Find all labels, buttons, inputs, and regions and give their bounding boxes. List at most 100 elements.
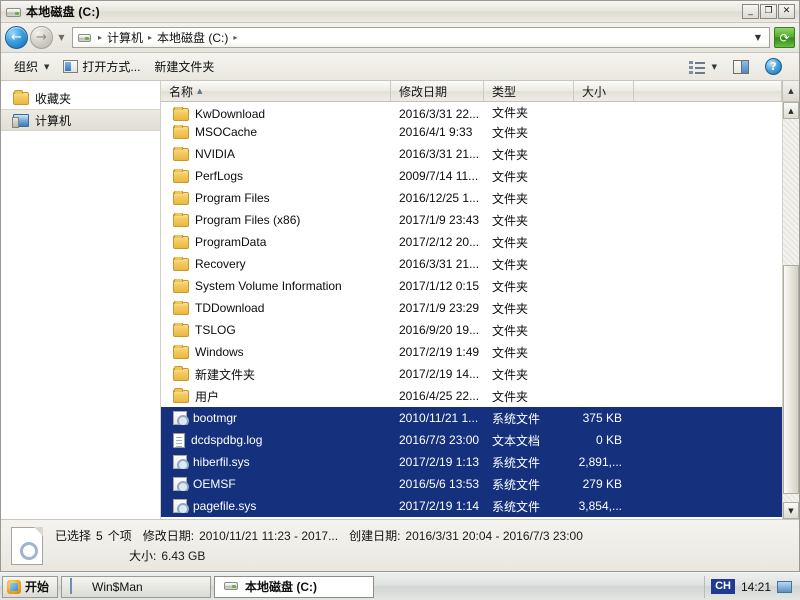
folder-icon <box>173 170 189 183</box>
change-view-button[interactable]: ▼ <box>682 56 724 78</box>
address-input[interactable]: ▸ 计算机 ▸ 本地磁盘 (C:) ▸ ▼ <box>72 27 770 48</box>
file-rows-container[interactable]: KwDownload2016/3/31 22...文件夹 MSOCache 2016… <box>161 102 782 519</box>
clock[interactable]: 14:21 <box>741 580 771 594</box>
table-row[interactable]: Recovery2016/3/31 21...文件夹 <box>161 253 782 275</box>
cell-date-modified: 2016/4/1 9:33 <box>391 125 484 139</box>
minimize-button[interactable]: _ <box>742 4 759 19</box>
table-row[interactable]: PerfLogs2009/7/14 11...文件夹 <box>161 165 782 187</box>
column-header-size-label: 大小 <box>582 83 606 100</box>
folder-icon <box>173 368 189 381</box>
monitor-icon[interactable] <box>777 581 792 593</box>
cell-date-modified: 2017/2/19 1:13 <box>391 455 484 469</box>
folder-icon <box>173 390 189 403</box>
table-row[interactable]: hiberfil.sys2017/2/19 1:13系统文件2,891,... <box>161 451 782 473</box>
system-tray: CH 14:21 <box>704 576 798 598</box>
breadcrumb-separator[interactable]: ▸ <box>230 33 240 42</box>
scroll-up-button[interactable]: ▲ <box>783 102 799 119</box>
scroll-down-button[interactable]: ▼ <box>783 502 799 519</box>
sidebar-item-label: 计算机 <box>35 112 71 129</box>
breadcrumb-local-disk[interactable]: 本地磁盘 (C:) <box>155 29 230 46</box>
column-header-size[interactable]: 大小 <box>574 81 634 101</box>
cell-size: 279 KB <box>574 477 634 491</box>
table-row[interactable]: ProgramData2017/2/12 20...文件夹 <box>161 231 782 253</box>
table-row[interactable]: bootmgr2010/11/21 1...系统文件375 KB <box>161 407 782 429</box>
cell-type: 文件夹 <box>484 168 574 185</box>
table-row[interactable]: pagefile.sys2017/2/19 1:14系统文件3,854,... <box>161 495 782 517</box>
scrollbar-thumb[interactable] <box>783 265 799 495</box>
breadcrumb-separator[interactable]: ▸ <box>145 33 155 42</box>
cell-type: 文件夹 <box>484 190 574 207</box>
taskbar-button-local-disk[interactable]: 本地磁盘 (C:) <box>214 576 374 598</box>
table-row[interactable]: dcdspdbg.log2016/7/3 23:00文本文档0 KB <box>161 429 782 451</box>
cell-name: Recovery <box>161 257 391 271</box>
column-header-date-modified[interactable]: 修改日期 <box>391 81 484 101</box>
cell-date-modified: 2016/3/31 21... <box>391 257 484 271</box>
cell-name: MSOCache <box>161 125 391 139</box>
table-row[interactable]: Program Files (x86)2017/1/9 23:43文件夹 <box>161 209 782 231</box>
scroll-up-cap[interactable]: ▲ <box>782 81 799 101</box>
table-row[interactable]: Program Files2016/12/25 1...文件夹 <box>161 187 782 209</box>
table-row[interactable]: OEMSF2016/5/6 13:53系统文件279 KB <box>161 473 782 495</box>
table-row[interactable]: KwDownload2016/3/31 22...文件夹 <box>161 102 782 121</box>
folder-icon <box>173 258 189 271</box>
restore-button[interactable]: ❐ <box>760 4 777 19</box>
organize-button[interactable]: 组织 ▼ <box>7 56 56 78</box>
sidebar-item-computer[interactable]: 计算机 <box>1 109 160 131</box>
open-with-button[interactable]: 打开方式... <box>56 56 147 78</box>
column-header-type[interactable]: 类型 <box>484 81 574 101</box>
breadcrumb-computer[interactable]: 计算机 <box>105 29 145 46</box>
preview-pane-button[interactable] <box>726 56 756 78</box>
folder-icon <box>173 126 189 139</box>
help-button[interactable]: ? <box>758 56 789 78</box>
table-row[interactable]: System Volume Information2017/1/12 0:15文… <box>161 275 782 297</box>
taskbar-button-label: Win$Man <box>92 580 143 594</box>
file-list-pane: 名称 ▲ 修改日期 类型 大小 ▲ KwDownload2016/3/31 22… <box>161 81 799 519</box>
folder-icon <box>173 192 189 205</box>
back-button[interactable]: ← <box>5 26 28 49</box>
ime-indicator[interactable]: CH <box>711 579 735 594</box>
cell-date-modified: 2017/2/12 20... <box>391 235 484 249</box>
folder-icon <box>13 92 29 105</box>
title-bar: 本地磁盘 (C:) _ ❐ ✕ <box>1 1 799 23</box>
file-name: MSOCache <box>195 125 257 139</box>
address-dropdown-icon[interactable]: ▼ <box>749 33 767 42</box>
file-name: Recovery <box>195 257 246 271</box>
cell-type: 系统文件 <box>484 410 574 427</box>
start-button[interactable]: 开始 <box>2 576 58 598</box>
close-button[interactable]: ✕ <box>778 4 795 19</box>
size-value: 6.43 GB <box>161 549 205 563</box>
organize-label: 组织 <box>14 58 38 75</box>
scrollbar-track[interactable] <box>783 119 799 502</box>
created-value: 2016/3/31 20:04 - 2016/7/3 23:00 <box>405 529 583 543</box>
cell-date-modified: 2016/3/31 21... <box>391 147 484 161</box>
file-name: System Volume Information <box>195 279 342 293</box>
new-folder-button[interactable]: 新建文件夹 <box>147 56 221 78</box>
chevron-down-icon: ▼ <box>712 63 717 71</box>
folder-icon <box>173 108 189 121</box>
windows-logo-icon <box>7 580 21 594</box>
sidebar-item-favorites[interactable]: 收藏夹 <box>1 87 160 109</box>
table-row[interactable]: MSOCache2016/4/1 9:33文件夹 <box>161 121 782 143</box>
vertical-scrollbar[interactable]: ▲ ▼ <box>782 102 799 519</box>
taskbar-button-winman[interactable]: Win$Man <box>61 576 211 598</box>
cell-date-modified: 2017/1/9 23:29 <box>391 301 484 315</box>
window-controls: _ ❐ ✕ <box>742 4 797 19</box>
cell-date-modified: 2016/7/3 23:00 <box>391 433 484 447</box>
table-row[interactable]: NVIDIA2016/3/31 21...文件夹 <box>161 143 782 165</box>
table-row[interactable]: 用户2016/4/25 22...文件夹 <box>161 385 782 407</box>
table-row[interactable]: 新建文件夹2017/2/19 14...文件夹 <box>161 363 782 385</box>
column-header-name[interactable]: 名称 ▲ <box>161 81 391 101</box>
breadcrumb-separator[interactable]: ▸ <box>95 33 105 42</box>
explorer-window: 本地磁盘 (C:) _ ❐ ✕ ← → ▼ ▸ 计算机 ▸ 本地磁盘 (C:) … <box>0 0 800 572</box>
table-row[interactable]: TSLOG2016/9/20 19...文件夹 <box>161 319 782 341</box>
table-row[interactable]: TDDownload2017/1/9 23:29文件夹 <box>161 297 782 319</box>
cell-name: NVIDIA <box>161 147 391 161</box>
refresh-button[interactable]: ⟳ <box>774 27 795 48</box>
table-row[interactable]: Windows2017/2/19 1:49文件夹 <box>161 341 782 363</box>
selected-count: 5 <box>96 529 103 543</box>
cell-type: 文件夹 <box>484 146 574 163</box>
cell-name: 新建文件夹 <box>161 366 391 383</box>
recent-pages-button[interactable]: ▼ <box>55 28 68 48</box>
forward-button[interactable]: → <box>30 26 53 49</box>
cell-type: 文件夹 <box>484 344 574 361</box>
